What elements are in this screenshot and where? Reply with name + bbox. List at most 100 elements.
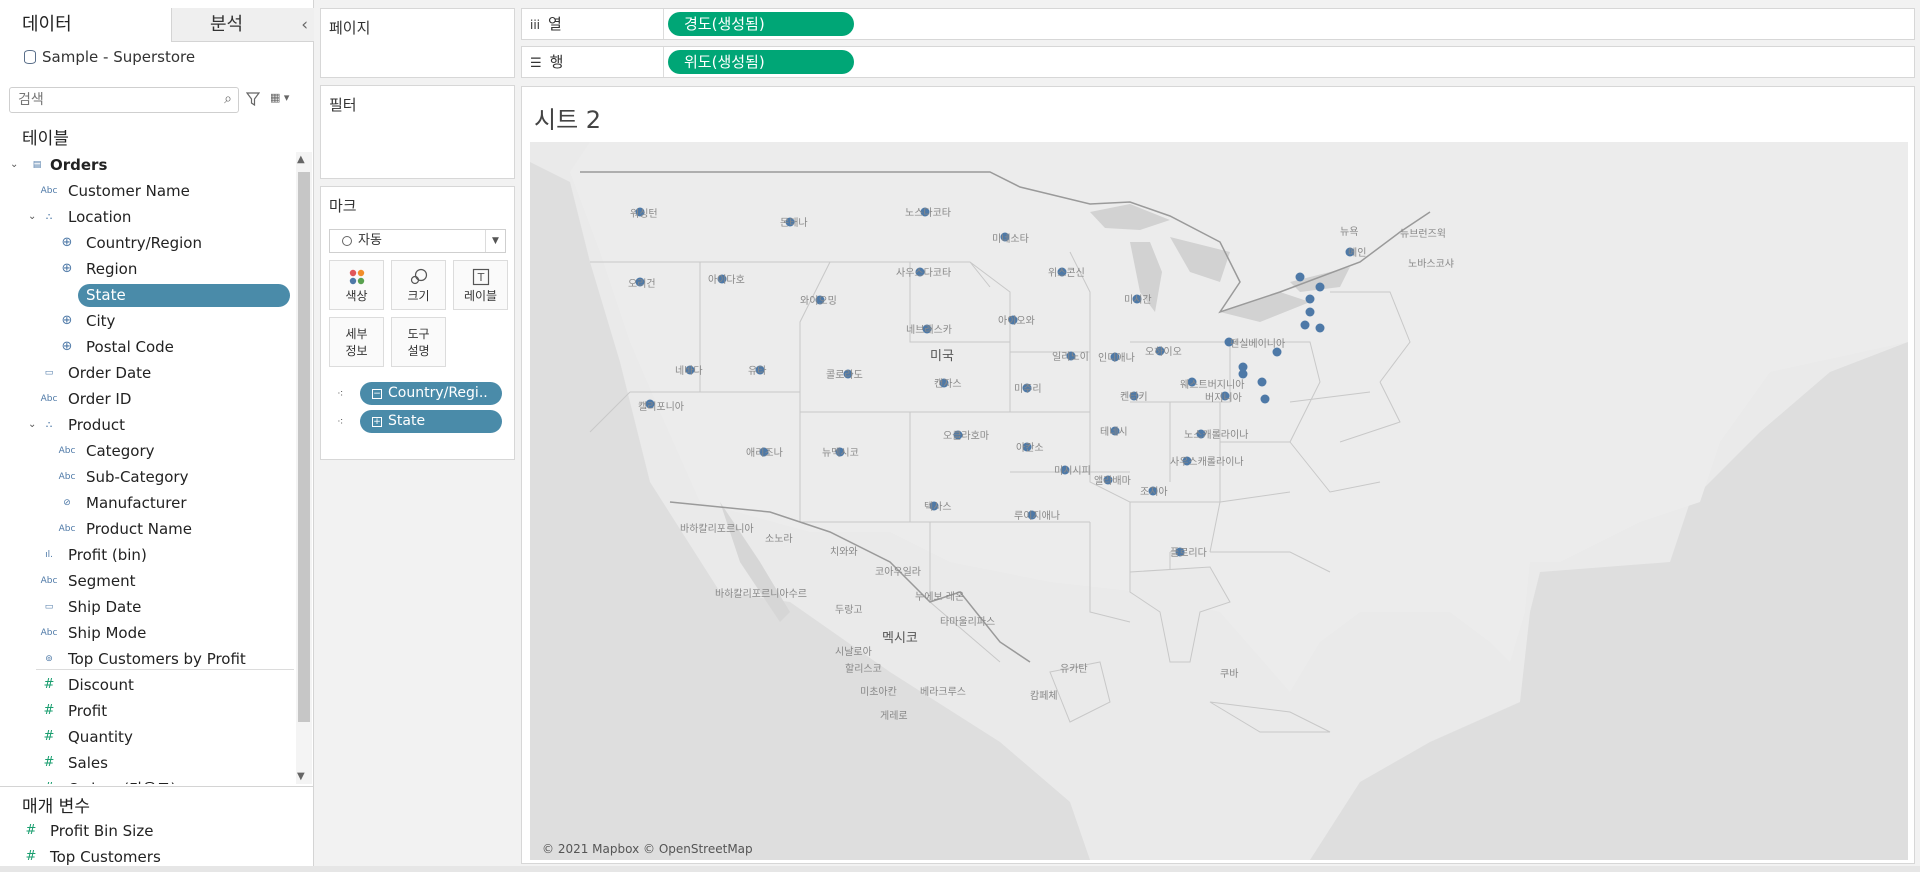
- expand-chevron-icon[interactable]: ⌄: [10, 152, 18, 178]
- expand-chevron-icon[interactable]: ⌄: [28, 412, 36, 438]
- field-item[interactable]: ▭ Order Date: [0, 360, 295, 386]
- string-icon: Abc: [58, 446, 76, 456]
- latitude-pill[interactable]: 위도(생성됨): [668, 50, 854, 74]
- scroll-up-icon[interactable]: ▲: [297, 154, 305, 165]
- field-item[interactable]: # Profit: [0, 698, 295, 724]
- mark-pill-state[interactable]: + State: [360, 410, 502, 433]
- field-item[interactable]: ⌄ ⛬ Location: [0, 204, 295, 230]
- field-label: Customer Name: [68, 182, 190, 200]
- rows-shelf[interactable]: ☰ 행 위도(생성됨): [521, 46, 1915, 78]
- field-item[interactable]: Abc Product Name: [0, 516, 295, 542]
- pages-card-title: 페이지: [329, 19, 371, 37]
- parameters-heading: 매개 변수: [22, 797, 90, 817]
- hierarchy-icon: ⛬: [45, 420, 53, 430]
- map-label: 콜로라도: [826, 369, 863, 381]
- expand-chevron-icon[interactable]: ⌄: [28, 204, 36, 230]
- map-label: 오클라호마: [943, 430, 989, 442]
- globe-icon: ⊕: [61, 287, 73, 302]
- map-label: 유타: [748, 365, 766, 377]
- field-item[interactable]: Abc Customer Name: [0, 178, 295, 204]
- state-marker[interactable]: [1257, 377, 1267, 387]
- field-label: City: [86, 312, 116, 330]
- field-item[interactable]: ⊕ Postal Code: [0, 334, 295, 360]
- field-item[interactable]: # Quantity: [0, 724, 295, 750]
- state-marker[interactable]: [1260, 394, 1270, 404]
- map-label: 조지아: [1140, 486, 1168, 498]
- state-marker[interactable]: [1305, 294, 1315, 304]
- database-icon: [24, 50, 36, 64]
- map-label: 플로리다: [1170, 547, 1207, 559]
- mark-type-dropdown[interactable]: 자동 ▼: [329, 229, 506, 253]
- field-item[interactable]: Abc Order ID: [0, 386, 295, 412]
- mark-pill-country-label: Country/Regi..: [388, 385, 488, 401]
- size-button[interactable]: 크기: [391, 260, 446, 310]
- tab-data[interactable]: 데이터: [0, 8, 172, 42]
- state-marker[interactable]: [1295, 272, 1305, 282]
- field-label: Order Date: [68, 364, 152, 382]
- state-marker[interactable]: [1315, 323, 1325, 333]
- map-label: 워싱턴: [630, 207, 658, 220]
- map-label: 위스콘신: [1048, 266, 1085, 279]
- state-marker[interactable]: [1315, 282, 1325, 292]
- collapse-icon[interactable]: −: [372, 389, 382, 399]
- state-marker[interactable]: [1300, 320, 1310, 330]
- param-item[interactable]: # Profit Bin Size: [0, 818, 295, 844]
- detail-button[interactable]: 세부 정보: [329, 317, 384, 367]
- map-label: 노스캐롤라이나: [1184, 429, 1248, 441]
- map-label: 뉴브런즈윅: [1400, 228, 1446, 240]
- map-label: 캔자스: [934, 378, 962, 390]
- search-input[interactable]: [10, 88, 200, 112]
- field-item[interactable]: Abc Ship Mode: [0, 620, 295, 646]
- field-item[interactable]: # Orders (카운트): [0, 776, 295, 784]
- map-canvas[interactable]: 워싱턴 몬태나 노스다코타 미네소타 오리건 아이다호 사우스다코타 위스콘신 미시간 뉴욕 메인 와…: [530, 142, 1908, 860]
- field-item[interactable]: ⊕ Region: [0, 256, 295, 282]
- string-icon: Abc: [40, 628, 58, 638]
- expand-icon[interactable]: +: [372, 417, 382, 427]
- columns-shelf[interactable]: iii 열 경도(생성됨): [521, 8, 1915, 40]
- number-icon: #: [40, 776, 58, 784]
- map-label: 바하칼리포르니아수르: [715, 587, 807, 600]
- scroll-down-icon[interactable]: ▼: [297, 771, 305, 782]
- map-label: 웨스트버지니아: [1180, 379, 1244, 391]
- field-label: State: [86, 286, 126, 304]
- rows-label: 행: [549, 53, 564, 71]
- map-label: 앨라배마: [1094, 474, 1131, 487]
- field-item[interactable]: ⊕ State: [0, 282, 295, 308]
- filters-card[interactable]: 필터: [320, 85, 515, 179]
- field-item[interactable]: ⊕ Country/Region: [0, 230, 295, 256]
- tooltip-button[interactable]: 도구 설명: [391, 317, 446, 367]
- field-item[interactable]: ⌄ ▤ Orders: [0, 152, 295, 178]
- state-marker[interactable]: [1238, 369, 1248, 379]
- columns-icon: iii: [530, 18, 541, 32]
- map-label: 노스다코타: [905, 207, 951, 219]
- tab-analytics[interactable]: 분석 ‹: [172, 8, 314, 42]
- field-item[interactable]: Abc Category: [0, 438, 295, 464]
- field-item[interactable]: # Sales: [0, 750, 295, 776]
- field-item[interactable]: ▭ Ship Date: [0, 594, 295, 620]
- pages-card[interactable]: 페이지: [320, 8, 515, 78]
- label-button[interactable]: T 레이블: [453, 260, 508, 310]
- field-list-scrollbar[interactable]: ▲ ▼: [296, 152, 312, 784]
- view-options-icon[interactable]: ▦ ▾: [270, 91, 289, 104]
- filter-icon[interactable]: [246, 92, 260, 106]
- map-label: 미네소타: [992, 233, 1029, 245]
- color-button[interactable]: 색상: [329, 260, 384, 310]
- state-marker[interactable]: [1305, 307, 1315, 317]
- search-icon[interactable]: ⌕: [224, 91, 232, 107]
- datasource-item[interactable]: Sample - Superstore: [24, 48, 195, 66]
- field-item[interactable]: Abc Sub-Category: [0, 464, 295, 490]
- scroll-thumb[interactable]: [298, 172, 310, 722]
- field-item[interactable]: Abc Segment: [0, 568, 295, 594]
- field-item[interactable]: ıl. Profit (bin): [0, 542, 295, 568]
- string-icon: Abc: [40, 576, 58, 586]
- mark-pill-country[interactable]: − Country/Regi..: [360, 382, 502, 405]
- collapse-pane-icon[interactable]: ‹: [301, 8, 308, 42]
- columns-label: 열: [548, 15, 562, 33]
- field-item[interactable]: ⊕ City: [0, 308, 295, 334]
- sheet-view: 시트 2 워싱턴 몬태나 노스다코타 미네소타 오리건 아이다호 사우스다코타 …: [521, 86, 1915, 864]
- longitude-pill[interactable]: 경도(생성됨): [668, 12, 854, 36]
- field-item[interactable]: ⊘ Manufacturer: [0, 490, 295, 516]
- map-label: 네브래스카: [906, 324, 952, 336]
- field-item[interactable]: ⌄ ⛬ Product: [0, 412, 295, 438]
- field-item[interactable]: # Discount: [0, 672, 295, 698]
